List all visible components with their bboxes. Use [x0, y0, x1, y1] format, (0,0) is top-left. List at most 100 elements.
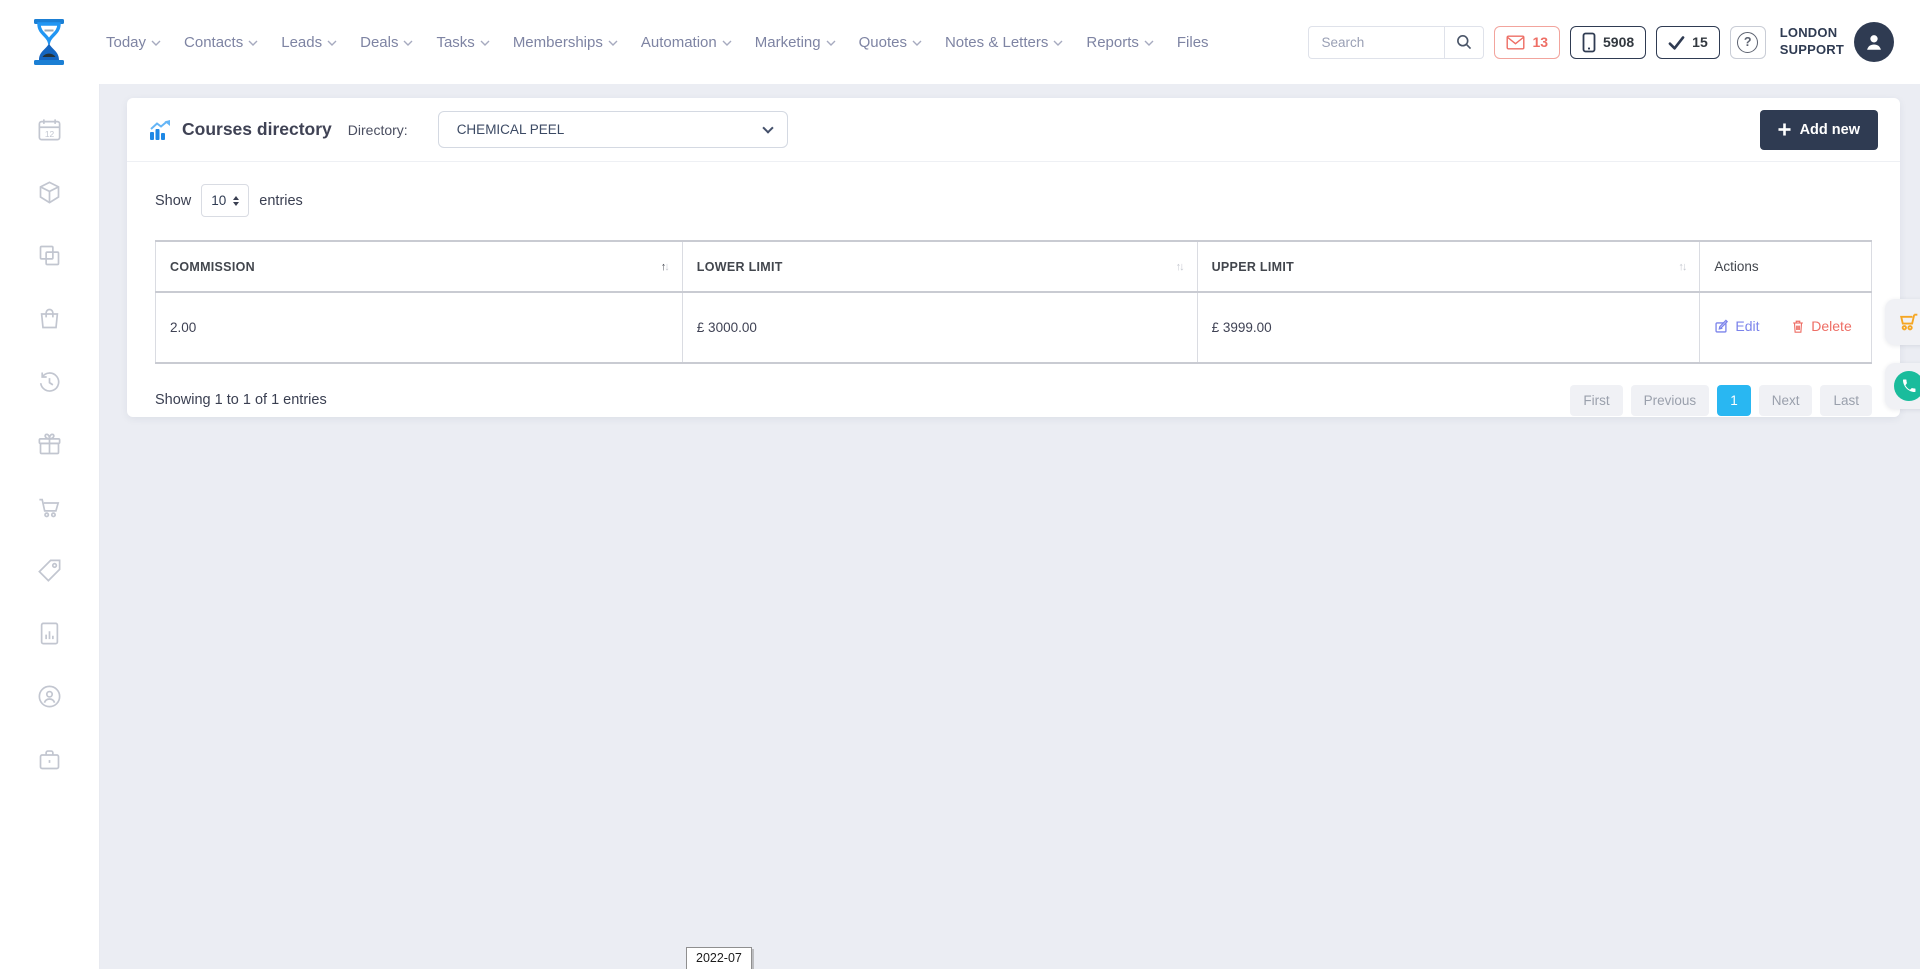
page-title: Courses directory [182, 119, 332, 140]
hourglass-logo-icon [26, 17, 74, 67]
help-button[interactable]: ? [1730, 26, 1766, 59]
directory-select[interactable]: CHEMICAL PEEL [438, 111, 788, 148]
pagination-page-1-button[interactable]: 1 [1717, 385, 1751, 416]
nav-label: Tasks [436, 34, 474, 51]
chevron-down-icon [826, 40, 836, 46]
pagination: First Previous 1 Next Last [1570, 385, 1872, 416]
nav-item-today[interactable]: Today [106, 34, 161, 51]
nav-item-reports[interactable]: Reports [1086, 34, 1154, 51]
cell-actions: Edit Delete [1700, 292, 1872, 363]
support-icon[interactable] [36, 683, 63, 710]
svg-text:12: 12 [45, 129, 55, 139]
column-label: COMMISSION [170, 260, 255, 274]
user-name-line2: SUPPORT [1780, 42, 1844, 59]
nav-item-memberships[interactable]: Memberships [513, 34, 618, 51]
nav-label: Reports [1086, 34, 1139, 51]
edit-label: Edit [1735, 318, 1759, 334]
delete-button[interactable]: Delete [1791, 318, 1851, 334]
pagination-previous-button[interactable]: Previous [1631, 385, 1710, 416]
add-new-button[interactable]: Add new [1760, 110, 1878, 150]
plus-icon [1778, 123, 1791, 136]
chevron-down-icon [151, 40, 161, 46]
nav-label: Memberships [513, 34, 603, 51]
entries-summary: Showing 1 to 1 of 1 entries [155, 392, 327, 408]
shopping-bag-icon[interactable] [36, 305, 63, 332]
column-header-lower-limit[interactable]: LOWER LIMIT ↑↓ [682, 241, 1197, 292]
show-label: Show [155, 193, 191, 209]
pagination-last-button[interactable]: Last [1820, 385, 1872, 416]
floating-cart-button[interactable] [1885, 299, 1920, 345]
column-header-upper-limit[interactable]: UPPER LIMIT ↑↓ [1197, 241, 1700, 292]
directory-select-wrap: CHEMICAL PEEL [438, 111, 788, 148]
sidebar: 12 [0, 84, 100, 969]
calls-count: 5908 [1603, 34, 1634, 50]
chevron-down-icon [722, 40, 732, 46]
briefcase-icon[interactable] [36, 746, 63, 773]
nav-item-notes-letters[interactable]: Notes & Letters [945, 34, 1063, 51]
price-tag-icon[interactable] [36, 557, 63, 584]
chevron-down-icon [480, 40, 490, 46]
report-icon[interactable] [36, 620, 63, 647]
main-nav: Today Contacts Leads Deals Tasks Members… [106, 34, 1209, 51]
pagination-first-button[interactable]: First [1570, 385, 1622, 416]
envelope-icon [1506, 35, 1525, 50]
cart-icon[interactable] [36, 494, 63, 521]
checkmark-icon [1668, 35, 1685, 50]
card-body: Show 10 entries COMMISSION ↑↓ [127, 162, 1900, 416]
app-logo[interactable] [0, 17, 100, 67]
nav-item-deals[interactable]: Deals [360, 34, 413, 51]
content-background: Courses directory Directory: CHEMICAL PE… [100, 84, 1920, 969]
nav-label: Deals [360, 34, 398, 51]
edit-button[interactable]: Edit [1714, 318, 1759, 334]
delete-label: Delete [1811, 318, 1851, 334]
sort-icon: ↑↓ [661, 261, 668, 273]
gift-icon[interactable] [36, 431, 63, 458]
phone-icon [1901, 378, 1917, 394]
messages-count: 13 [1532, 34, 1548, 50]
person-icon [1863, 31, 1885, 53]
floating-phone-button[interactable] [1885, 363, 1920, 409]
user-name-line1: LONDON [1780, 25, 1844, 42]
nav-item-contacts[interactable]: Contacts [184, 34, 258, 51]
tasks-badge[interactable]: 15 [1656, 26, 1720, 59]
nav-item-automation[interactable]: Automation [641, 34, 732, 51]
question-icon: ? [1737, 32, 1758, 53]
sort-icon: ↑↓ [1176, 261, 1183, 273]
page-size-select[interactable]: 10 [201, 184, 249, 217]
nav-label: Automation [641, 34, 717, 51]
messages-badge[interactable]: 13 [1494, 26, 1560, 59]
table-row: 2.00 £ 3000.00 £ 3999.00 Edit [156, 292, 1872, 363]
column-label: LOWER LIMIT [697, 260, 783, 274]
chevron-down-icon [1144, 40, 1154, 46]
column-label: Actions [1714, 259, 1758, 274]
chevron-down-icon [912, 40, 922, 46]
nav-item-files[interactable]: Files [1177, 34, 1209, 51]
search-icon [1455, 33, 1473, 51]
nav-item-marketing[interactable]: Marketing [755, 34, 836, 51]
column-label: UPPER LIMIT [1212, 260, 1294, 274]
package-icon[interactable] [36, 179, 63, 206]
topbar: Today Contacts Leads Deals Tasks Members… [0, 0, 1920, 84]
nav-label: Quotes [859, 34, 907, 51]
chevron-down-icon [1053, 40, 1063, 46]
search-button[interactable] [1444, 26, 1484, 59]
pages-icon[interactable] [36, 242, 63, 269]
nav-item-tasks[interactable]: Tasks [436, 34, 489, 51]
chevron-down-icon [248, 40, 258, 46]
page-size-row: Show 10 entries [155, 184, 1872, 217]
nav-item-leads[interactable]: Leads [281, 34, 337, 51]
calls-badge[interactable]: 5908 [1570, 26, 1646, 59]
commission-table: COMMISSION ↑↓ LOWER LIMIT ↑↓ [155, 240, 1872, 364]
calendar-12-icon[interactable]: 12 [36, 116, 63, 143]
search-input[interactable] [1308, 26, 1444, 59]
pagination-next-button[interactable]: Next [1759, 385, 1813, 416]
history-icon[interactable] [36, 368, 63, 395]
user-name: LONDON SUPPORT [1780, 25, 1844, 59]
orange-cart-icon [1896, 310, 1920, 335]
cell-lower-limit: £ 3000.00 [682, 292, 1197, 363]
avatar[interactable] [1854, 22, 1894, 62]
stepper-icon [233, 196, 239, 206]
column-header-commission[interactable]: COMMISSION ↑↓ [156, 241, 683, 292]
nav-item-quotes[interactable]: Quotes [859, 34, 922, 51]
page-size-value: 10 [211, 193, 226, 208]
